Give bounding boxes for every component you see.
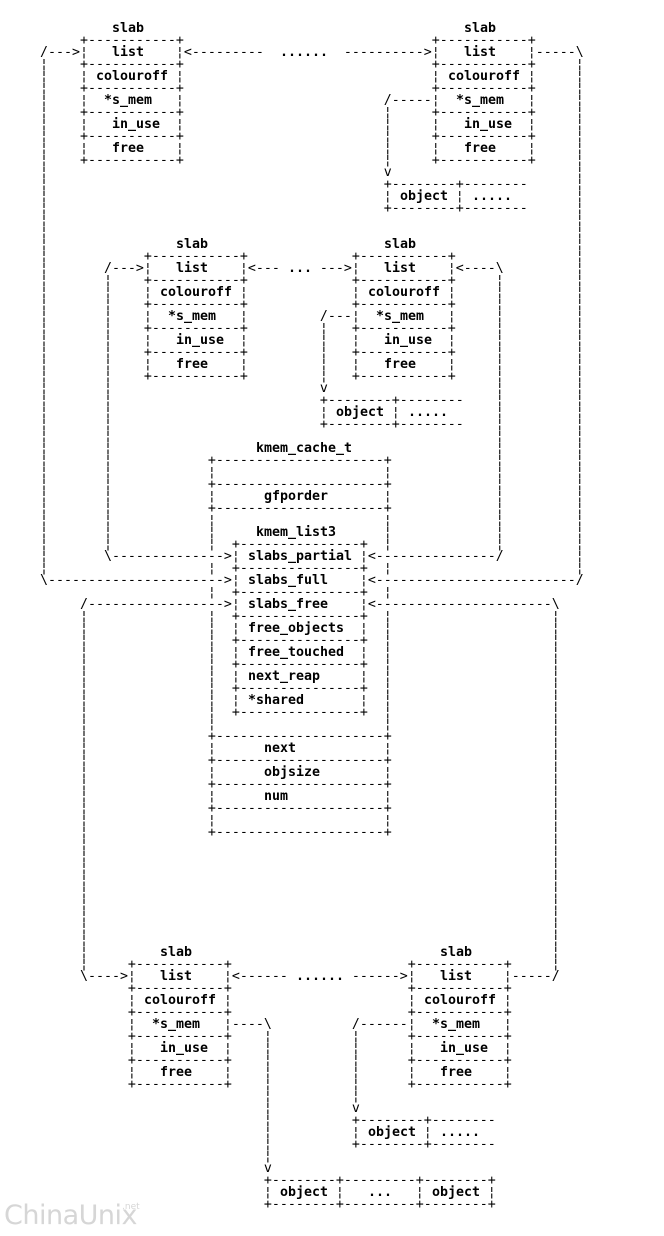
ellipsis-connector: ...... — [296, 969, 344, 984]
slab-field-list: list — [384, 261, 416, 276]
ellipsis-connector: ...... — [280, 45, 328, 60]
slab-field-in-use: in_use — [176, 333, 224, 348]
slab-field-list: list — [112, 45, 144, 60]
slab-field-s-mem: *s_mem — [376, 309, 424, 324]
slab-field-list: list — [160, 969, 192, 984]
slab-field-in-use: in_use — [160, 1041, 208, 1056]
slab-field-s-mem: *s_mem — [456, 93, 504, 108]
slab-field-colouroff: colouroff — [144, 993, 216, 1008]
slab-field-free: free — [112, 141, 144, 156]
slab-field-free: free — [440, 1065, 472, 1080]
object-cell: object — [432, 1185, 480, 1200]
slab-field-s-mem: *s_mem — [104, 93, 152, 108]
kmem-list3-title: kmem_list3 — [256, 525, 336, 540]
slab-field-colouroff: colouroff — [96, 69, 168, 84]
kmem-list3-field-slabs-partial: slabs_partial — [248, 549, 352, 564]
kmem-list3-field-slabs-full: slabs_full — [248, 573, 328, 588]
slab-field-free: free — [384, 357, 416, 372]
slab-field-in-use: in_use — [384, 333, 432, 348]
slab-field-free: free — [176, 357, 208, 372]
slab-field-list: list — [176, 261, 208, 276]
chinaunix-watermark-suffix: .net — [122, 1202, 140, 1212]
ellipsis-connector: ... — [288, 261, 312, 276]
kmem-list3-field-shared: *shared — [248, 693, 304, 708]
slab-field-in-use: in_use — [440, 1041, 488, 1056]
slab-field-free: free — [160, 1065, 192, 1080]
slab-title: slab — [464, 21, 496, 36]
object-cell: object — [400, 189, 448, 204]
slab-field-colouroff: colouroff — [368, 285, 440, 300]
kmem-field-objsize: objsize — [264, 765, 320, 780]
slab-title: slab — [176, 237, 208, 252]
object-cell: object — [336, 405, 384, 420]
kmem-list3-field-free-touched: free_touched — [248, 645, 344, 660]
kmem-list3-field-slabs-free: slabs_free — [248, 597, 328, 612]
slab-field-colouroff: colouroff — [160, 285, 232, 300]
kmem-cache-title: kmem_cache_t — [256, 441, 352, 456]
slab-field-s-mem: *s_mem — [168, 309, 216, 324]
slab-title: slab — [384, 237, 416, 252]
slab-title: slab — [112, 21, 144, 36]
kmem-field-gfporder: gfporder — [264, 489, 328, 504]
kmem-field-next: next — [264, 741, 296, 756]
object-cell: object — [368, 1125, 416, 1140]
slab-title: slab — [440, 945, 472, 960]
slab-field-list: list — [440, 969, 472, 984]
slab-field-s-mem: *s_mem — [432, 1017, 480, 1032]
object-ellipsis: ..... — [472, 189, 512, 204]
slab-field-list: list — [464, 45, 496, 60]
slab-title: slab — [160, 945, 192, 960]
slab-field-colouroff: colouroff — [424, 993, 496, 1008]
object-ellipsis: ..... — [440, 1125, 480, 1140]
object-cell: object — [280, 1185, 328, 1200]
slab-field-in-use: in_use — [464, 117, 512, 132]
slab-allocator-diagram: +-----------+ +-----------+ /--->¦ ¦<---… — [0, 0, 664, 1236]
kmem-list3-field-next-reap: next_reap — [248, 669, 320, 684]
slab-field-s-mem: *s_mem — [152, 1017, 200, 1032]
kmem-field-num: num — [264, 789, 288, 804]
slab-field-free: free — [464, 141, 496, 156]
object-ellipsis: ... — [368, 1185, 392, 1200]
kmem-list3-field-free-objects: free_objects — [248, 621, 344, 636]
slab-field-in-use: in_use — [112, 117, 160, 132]
chinaunix-watermark: ChinaUnix — [4, 1200, 137, 1231]
slab-field-colouroff: colouroff — [448, 69, 520, 84]
object-ellipsis: ..... — [408, 405, 448, 420]
